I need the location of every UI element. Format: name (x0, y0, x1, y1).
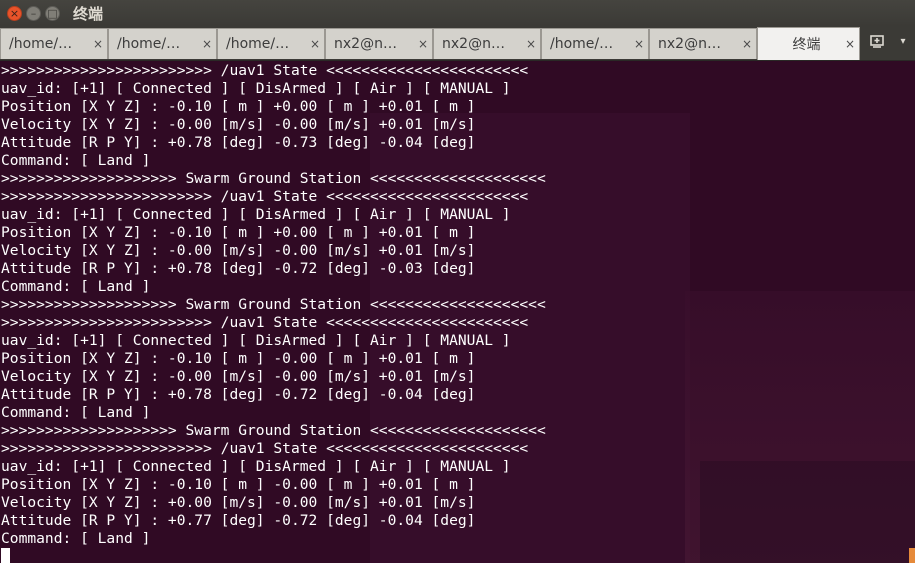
new-tab-button[interactable] (866, 33, 888, 53)
close-icon: × (9, 6, 20, 20)
terminal-line: uav_id: [+1] [ Connected ] [ DisArmed ] … (1, 332, 511, 349)
terminal-line: Velocity [X Y Z] : -0.00 [m/s] -0.00 [m/… (1, 116, 476, 133)
tab-label: /home/… (117, 36, 181, 52)
tab-label: nx2@n… (442, 36, 505, 52)
tab-label: 终端 (792, 37, 821, 53)
tab-close-icon[interactable]: × (89, 37, 107, 51)
tab-close-icon[interactable]: × (630, 37, 648, 51)
terminal-line: Attitude [R P Y] : +0.78 [deg] -0.72 [de… (1, 386, 476, 403)
terminal-line: Position [X Y Z] : -0.10 [ m ] +0.00 [ m… (1, 224, 476, 241)
tab-close-icon[interactable]: × (306, 37, 324, 51)
maximize-icon: □ (47, 6, 58, 20)
terminal-line: Velocity [X Y Z] : -0.00 [m/s] -0.00 [m/… (1, 242, 476, 259)
terminal-line: >>>>>>>>>>>>>>>>>>>> Swarm Ground Statio… (1, 422, 546, 439)
new-tab-icon (870, 35, 884, 48)
title-bar: × – □ 终端 (0, 0, 915, 26)
window-maximize-button[interactable]: □ (45, 5, 60, 21)
tab-bar: /home/… × /home/… × /home/… × nx2@n… × n… (0, 26, 915, 61)
chevron-down-icon: ▾ (900, 36, 906, 47)
tab-close-icon[interactable]: × (522, 37, 540, 51)
terminal-line: Velocity [X Y Z] : +0.00 [m/s] -0.00 [m/… (1, 494, 476, 511)
minimize-icon: – (30, 6, 37, 20)
tab-2[interactable]: /home/… × (108, 28, 217, 59)
terminal-line: Position [X Y Z] : -0.10 [ m ] +0.00 [ m… (1, 98, 476, 115)
terminal-line: uav_id: [+1] [ Connected ] [ DisArmed ] … (1, 206, 511, 223)
window-close-button[interactable]: × (7, 5, 22, 21)
terminal-line: >>>>>>>>>>>>>>>>>>>>>>>> /uav1 State <<<… (1, 314, 529, 331)
terminal-line: Velocity [X Y Z] : -0.00 [m/s] -0.00 [m/… (1, 368, 476, 385)
tab-4[interactable]: nx2@n… × (325, 28, 433, 59)
terminal-line: Attitude [R P Y] : +0.78 [deg] -0.72 [de… (1, 260, 476, 277)
terminal-line: Position [X Y Z] : -0.10 [ m ] -0.00 [ m… (1, 350, 476, 367)
terminal-line: Command: [ Land ] (1, 530, 151, 547)
terminal-output[interactable]: >>>>>>>>>>>>>>>>>>>>>>>> /uav1 State <<<… (0, 61, 915, 563)
tab-close-icon[interactable]: × (414, 37, 432, 51)
tab-active-terminal[interactable]: 终端 × (757, 27, 860, 60)
terminal-line: >>>>>>>>>>>>>>>>>>>> Swarm Ground Statio… (1, 296, 546, 313)
terminal-line: >>>>>>>>>>>>>>>>>>>>>>>> /uav1 State <<<… (1, 440, 529, 457)
tab-6[interactable]: /home/… × (541, 28, 649, 59)
terminal-line: Command: [ Land ] (1, 152, 151, 169)
terminal-line: Position [X Y Z] : -0.10 [ m ] -0.00 [ m… (1, 476, 476, 493)
scrollbar-thumb[interactable] (909, 548, 915, 563)
window-title: 终端 (73, 4, 104, 23)
terminal-line: uav_id: [+1] [ Connected ] [ DisArmed ] … (1, 80, 511, 97)
terminal-line: Command: [ Land ] (1, 278, 151, 295)
text-cursor (1, 548, 10, 563)
tab-7[interactable]: nx2@n… × (649, 28, 757, 59)
tab-label: /home/… (550, 36, 614, 52)
tab-close-icon[interactable]: × (738, 37, 756, 51)
terminal-line: Attitude [R P Y] : +0.78 [deg] -0.73 [de… (1, 134, 476, 151)
terminal-line: Command: [ Land ] (1, 404, 151, 421)
tab-list-menu-button[interactable]: ▾ (896, 36, 910, 50)
terminal-line: >>>>>>>>>>>>>>>>>>>>>>>> /uav1 State <<<… (1, 188, 529, 205)
tab-close-icon[interactable]: × (841, 37, 859, 51)
terminal-prompt-line (1, 548, 915, 563)
tab-label: nx2@n… (658, 36, 721, 52)
tab-close-icon[interactable]: × (198, 37, 216, 51)
terminal-line: Attitude [R P Y] : +0.77 [deg] -0.72 [de… (1, 512, 476, 529)
terminal-line: >>>>>>>>>>>>>>>>>>>> Swarm Ground Statio… (1, 170, 546, 187)
tab-3[interactable]: /home/… × (217, 28, 325, 59)
tab-label: nx2@n… (334, 36, 397, 52)
terminal-line: >>>>>>>>>>>>>>>>>>>>>>>> /uav1 State <<<… (1, 62, 529, 79)
tab-5[interactable]: nx2@n… × (433, 28, 541, 59)
tab-label: /home/… (9, 36, 73, 52)
tab-label: /home/… (226, 36, 290, 52)
terminal-text: >>>>>>>>>>>>>>>>>>>>>>>> /uav1 State <<<… (0, 61, 915, 563)
tab-1[interactable]: /home/… × (0, 28, 108, 59)
window-minimize-button[interactable]: – (26, 5, 41, 21)
terminal-line: uav_id: [+1] [ Connected ] [ DisArmed ] … (1, 458, 511, 475)
